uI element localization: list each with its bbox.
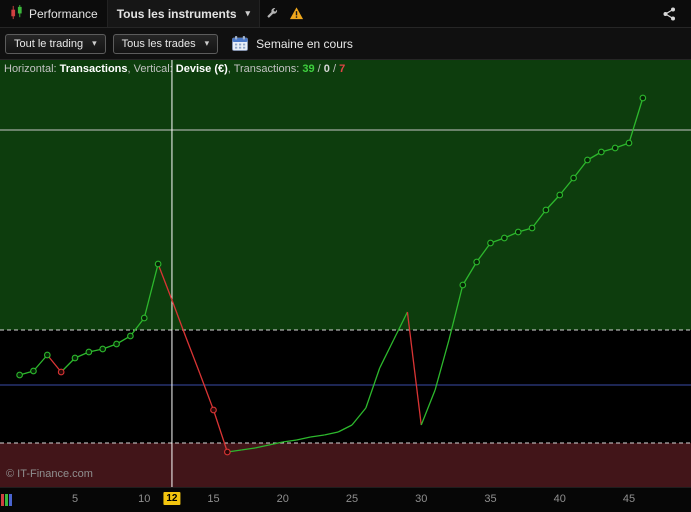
- wins-count: 39: [302, 63, 314, 75]
- vertical-axis-value: Devise (€): [176, 63, 228, 75]
- equity-curve-segment: [380, 340, 394, 368]
- equity-curve-segment: [186, 337, 200, 373]
- instruments-dropdown-label: Tous les instruments: [117, 7, 237, 21]
- x-tick-label: 15: [207, 493, 219, 505]
- equity-curve-segment: [421, 390, 435, 425]
- trading-scope-label: Tout le trading: [14, 38, 83, 50]
- performance-tab-label: Performance: [29, 7, 98, 21]
- trade-marker: [114, 341, 120, 347]
- trade-marker: [460, 282, 466, 288]
- equity-curve-segment: [310, 435, 324, 437]
- trade-marker: [488, 240, 494, 246]
- trade-marker: [502, 235, 508, 241]
- settings-wrench-icon[interactable]: [260, 0, 284, 27]
- share-icon[interactable]: [657, 0, 681, 27]
- x-axis-strip: 5 10 15 20 25 30 35 40 45 12: [0, 487, 691, 512]
- trade-marker: [585, 157, 591, 163]
- x-tick-label: 10: [138, 493, 150, 505]
- trade-marker: [100, 346, 106, 352]
- profit-zone: [0, 60, 691, 330]
- count-separator: /: [330, 63, 339, 75]
- trade-marker: [58, 369, 64, 375]
- trade-marker: [515, 229, 521, 235]
- equity-curve-segment: [338, 425, 352, 432]
- trade-marker: [211, 407, 217, 413]
- vertical-axis-label: , Vertical:: [128, 63, 176, 75]
- trade-marker: [529, 225, 535, 231]
- crosshair-x-value-badge: 12: [163, 492, 180, 505]
- trade-marker: [543, 207, 549, 213]
- equity-curve-segment: [366, 368, 380, 408]
- site-logo-icon: [1, 494, 12, 506]
- trades-filter-dropdown[interactable]: Tous les trades ▾: [113, 34, 219, 54]
- x-tick-label: 45: [623, 493, 635, 505]
- losses-count: 7: [339, 63, 345, 75]
- trading-scope-dropdown[interactable]: Tout le trading ▾: [5, 34, 106, 54]
- count-separator: /: [315, 63, 324, 75]
- equity-curve-segment: [200, 373, 214, 410]
- top-toolbar: Performance Tous les instruments ▾: [0, 0, 691, 28]
- x-tick-label: 30: [415, 493, 427, 505]
- x-tick-label: 35: [484, 493, 496, 505]
- warning-icon[interactable]: [284, 0, 308, 27]
- trade-marker: [599, 149, 605, 155]
- trade-marker: [45, 352, 51, 358]
- trade-marker: [474, 259, 480, 265]
- loss-zone: [0, 443, 691, 487]
- trade-marker: [626, 140, 632, 146]
- trade-marker: [557, 192, 563, 198]
- trading-performance-window: { "toolbar": { "performance_label": "Per…: [0, 0, 691, 512]
- period-label: Semaine en cours: [256, 37, 353, 51]
- trade-marker: [155, 261, 161, 267]
- x-tick-label: 5: [72, 493, 78, 505]
- trade-marker: [17, 372, 23, 378]
- x-tick-label: 20: [277, 493, 289, 505]
- equity-curve-segment: [352, 408, 366, 425]
- candlestick-chart-icon: [9, 5, 24, 23]
- x-tick-label: 40: [554, 493, 566, 505]
- trade-marker: [86, 349, 92, 355]
- trade-marker: [612, 145, 618, 151]
- trade-marker: [31, 368, 37, 374]
- trade-marker: [640, 95, 646, 101]
- chevron-down-icon: ▾: [246, 8, 251, 19]
- horizontal-axis-label: Horizontal:: [4, 63, 60, 75]
- trade-marker: [225, 449, 231, 455]
- horizontal-axis-value: Transactions: [60, 63, 128, 75]
- equity-curve-chart-canvas[interactable]: [0, 60, 691, 487]
- trade-marker: [141, 315, 147, 321]
- chevron-down-icon: ▾: [205, 38, 210, 49]
- copyright-watermark: © IT-Finance.com: [6, 468, 93, 480]
- filter-toolbar: Tout le trading ▾ Tous les trades ▾ Sema…: [0, 28, 691, 60]
- x-tick-label: 25: [346, 493, 358, 505]
- chevron-down-icon: ▾: [92, 38, 97, 49]
- chart-area: Horizontal: Transactions, Vertical: Devi…: [0, 60, 691, 487]
- trade-marker: [571, 175, 577, 181]
- equity-curve-segment: [324, 432, 338, 435]
- trade-marker: [72, 355, 78, 361]
- instruments-dropdown[interactable]: Tous les instruments ▾: [108, 0, 260, 27]
- chart-header: Horizontal: Transactions, Vertical: Devi…: [4, 63, 345, 75]
- equity-curve-segment: [283, 440, 297, 442]
- trade-marker: [128, 333, 134, 339]
- trades-filter-label: Tous les trades: [122, 38, 196, 50]
- transactions-count-label: , Transactions:: [228, 63, 303, 75]
- calendar-icon[interactable]: [231, 35, 249, 52]
- tab-performance[interactable]: Performance: [0, 0, 108, 27]
- equity-curve-segment: [435, 340, 449, 390]
- equity-curve-segment: [297, 437, 311, 440]
